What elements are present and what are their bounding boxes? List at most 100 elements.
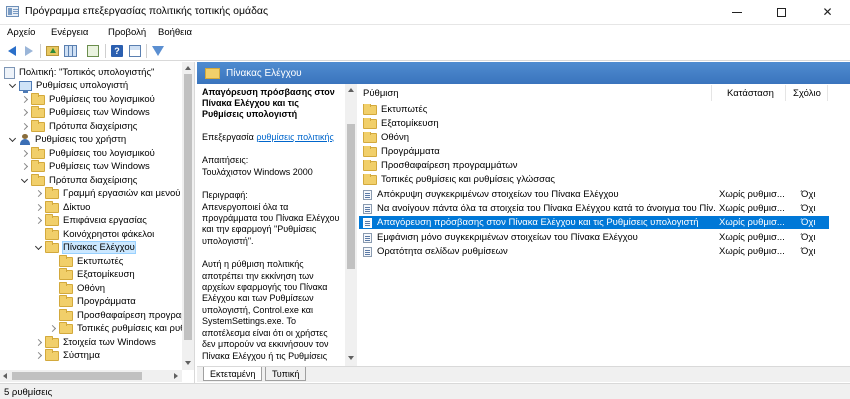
description-vertical-scrollbar[interactable] <box>345 84 357 366</box>
tree-item-control-panel[interactable]: Πίνακας Ελέγχου <box>34 240 136 254</box>
tree-item[interactable]: Ρυθμίσεις των Windows <box>20 105 150 119</box>
tree-item[interactable]: Τοπικές ρυθμίσεις και ρυθ <box>48 321 185 335</box>
chevron-down-icon[interactable] <box>8 136 16 144</box>
chevron-down-icon[interactable] <box>8 82 16 90</box>
help-button[interactable]: ? <box>109 43 125 59</box>
tree-item[interactable]: Προσθαφαίρεση προγραμ <box>48 308 187 322</box>
list-item-setting-selected[interactable]: Απαγόρευση πρόσβασης στον Πίνακα Ελέγχου… <box>359 216 829 229</box>
chevron-right-icon[interactable] <box>20 163 28 171</box>
edit-policy-link[interactable]: ρυθμίσεις πολιτικής <box>256 132 333 142</box>
tree-item[interactable]: Σύστημα <box>34 348 100 362</box>
close-icon: ✕ <box>822 5 833 19</box>
chevron-right-icon[interactable] <box>48 325 56 333</box>
scroll-right-icon[interactable] <box>174 373 178 379</box>
close-button[interactable]: ✕ <box>805 0 850 24</box>
list-item-folder[interactable]: Εξατομίκευση <box>359 117 829 130</box>
column-separator[interactable] <box>827 85 828 101</box>
tree-horizontal-scrollbar[interactable] <box>0 370 182 382</box>
list-item-setting[interactable]: Εμφάνιση μόνο συγκεκριμένων στοιχείων το… <box>359 231 829 244</box>
folder-icon <box>45 335 59 348</box>
tree-item-user-config[interactable]: Ρυθμίσεις του χρήστη <box>8 133 126 146</box>
scroll-up-icon[interactable] <box>185 66 191 70</box>
tree-item[interactable]: Κοινόχρηστοι φάκελοι <box>34 227 154 241</box>
tab-extended[interactable]: Εκτεταμένη <box>203 367 263 381</box>
minimize-button[interactable] <box>714 0 759 24</box>
scroll-up-icon[interactable] <box>348 88 354 92</box>
tree-item[interactable]: Προγράμματα <box>48 294 136 308</box>
list-item-folder[interactable]: Τοπικές ρυθμίσεις και ρυθμίσεις γλώσσας <box>359 173 829 186</box>
chevron-down-icon[interactable] <box>34 244 42 252</box>
menu-help[interactable]: Βοήθεια <box>158 27 192 38</box>
up-one-level-button[interactable] <box>44 43 60 59</box>
tree-item[interactable]: Πρότυπα διαχείρισης <box>20 119 137 133</box>
chevron-right-icon[interactable] <box>34 190 42 198</box>
tree-item[interactable]: Οθόνη <box>48 281 105 295</box>
tree-item[interactable]: Ρυθμίσεις του λογισμικού <box>20 92 155 106</box>
list-item-folder[interactable]: Προσθαφαίρεση προγραμμάτων <box>359 159 829 172</box>
minimize-icon <box>731 11 742 13</box>
column-separator[interactable] <box>785 85 786 101</box>
list-item-folder[interactable]: Οθόνη <box>359 131 829 144</box>
list-item-setting[interactable]: Να ανοίγουν πάντα όλα τα στοιχεία του Πί… <box>359 202 829 215</box>
tree-item-computer-config[interactable]: Ρυθμίσεις υπολογιστή <box>8 79 128 93</box>
folder-open-icon <box>45 240 59 253</box>
chevron-right-icon[interactable] <box>34 339 42 347</box>
properties-button[interactable] <box>127 43 143 59</box>
chevron-down-icon[interactable] <box>20 177 28 185</box>
tree-item[interactable]: Εκτυπωτές <box>48 254 123 268</box>
export-list-button[interactable] <box>85 43 101 59</box>
chevron-right-icon[interactable] <box>34 204 42 212</box>
list-item-setting[interactable]: Ορατότητα σελίδων ρυθμίσεων Χωρίς ρυθμισ… <box>359 245 829 258</box>
tab-standard[interactable]: Τυπική <box>265 367 307 381</box>
tree-item[interactable]: Γραμμή εργασιών και μενού " <box>34 186 187 200</box>
tree-item[interactable]: Ρυθμίσεις των Windows <box>20 159 150 173</box>
menu-file[interactable]: Αρχείο <box>7 27 35 38</box>
description-block: Περιγραφή: Απενεργοποιεί όλα τα προγράμμ… <box>202 190 340 247</box>
tree-item-admin-templates[interactable]: Πρότυπα διαχείρισης <box>20 173 137 187</box>
list-item-folder[interactable]: Εκτυπωτές <box>359 103 829 116</box>
scroll-thumb[interactable] <box>184 74 192 340</box>
filter-button[interactable] <box>150 43 166 59</box>
chevron-right-icon[interactable] <box>34 217 42 225</box>
chevron-right-icon[interactable] <box>34 352 42 360</box>
tree-item[interactable]: Εξατομίκευση <box>48 267 135 281</box>
column-header-setting[interactable]: Ρύθμιση <box>363 85 399 101</box>
menu-view[interactable]: Προβολή <box>108 27 146 38</box>
tree-item[interactable]: Στοιχεία των Windows <box>34 335 156 349</box>
forward-button[interactable] <box>21 43 37 59</box>
chevron-right-icon[interactable] <box>20 109 28 117</box>
menu-action[interactable]: Ενέργεια <box>51 27 88 38</box>
tree-item[interactable]: Επιφάνεια εργασίας <box>34 213 147 227</box>
scroll-down-icon[interactable] <box>185 361 191 365</box>
navigation-tree[interactable]: Πολιτική: "Τοπικός υπολογιστής" Ρυθμίσει… <box>0 62 195 383</box>
maximize-button[interactable] <box>759 0 804 24</box>
scroll-left-icon[interactable] <box>3 373 7 379</box>
column-header-comment[interactable]: Σχόλιο <box>793 85 821 101</box>
show-hide-tree-button[interactable] <box>62 43 78 59</box>
tree-vertical-scrollbar[interactable] <box>182 62 194 370</box>
tree-item[interactable]: Ρυθμίσεις του λογισμικού <box>20 146 155 160</box>
tree-item[interactable]: Δίκτυο <box>34 200 90 214</box>
toolbar-separator <box>40 44 41 58</box>
column-header-state[interactable]: Κατάσταση <box>727 85 774 101</box>
scroll-down-icon[interactable] <box>348 356 354 360</box>
chevron-right-icon[interactable] <box>20 123 28 131</box>
folder-icon <box>363 132 377 143</box>
list-item-setting[interactable]: Απόκρυψη συγκεκριμένων στοιχείων του Πίν… <box>359 188 829 201</box>
chevron-right-icon[interactable] <box>20 96 28 104</box>
folder-icon <box>59 294 73 307</box>
tree-root[interactable]: Πολιτική: "Τοπικός υπολογιστής" <box>4 66 154 79</box>
list-item-folder[interactable]: Προγράμματα <box>359 145 829 158</box>
folder-icon <box>59 308 73 321</box>
chevron-right-icon[interactable] <box>20 150 28 158</box>
export-list-icon <box>87 45 99 57</box>
scroll-thumb[interactable] <box>347 124 355 269</box>
column-separator[interactable] <box>711 85 712 101</box>
settings-list[interactable]: Ρύθμιση Κατάσταση Σχόλιο Εκτυπωτές Εξατο… <box>357 84 850 366</box>
back-button[interactable] <box>4 43 20 59</box>
scroll-thumb[interactable] <box>12 372 142 380</box>
requirements-block: Απαιτήσεις: Τουλάχιστον Windows 2000 <box>202 155 340 178</box>
window-title: Πρόγραμμα επεξεργασίας πολιτικής τοπικής… <box>25 5 269 17</box>
description-text: Απενεργοποιεί όλα τα προγράμματα του Πίν… <box>202 201 340 246</box>
policy-setting-icon <box>363 189 372 200</box>
